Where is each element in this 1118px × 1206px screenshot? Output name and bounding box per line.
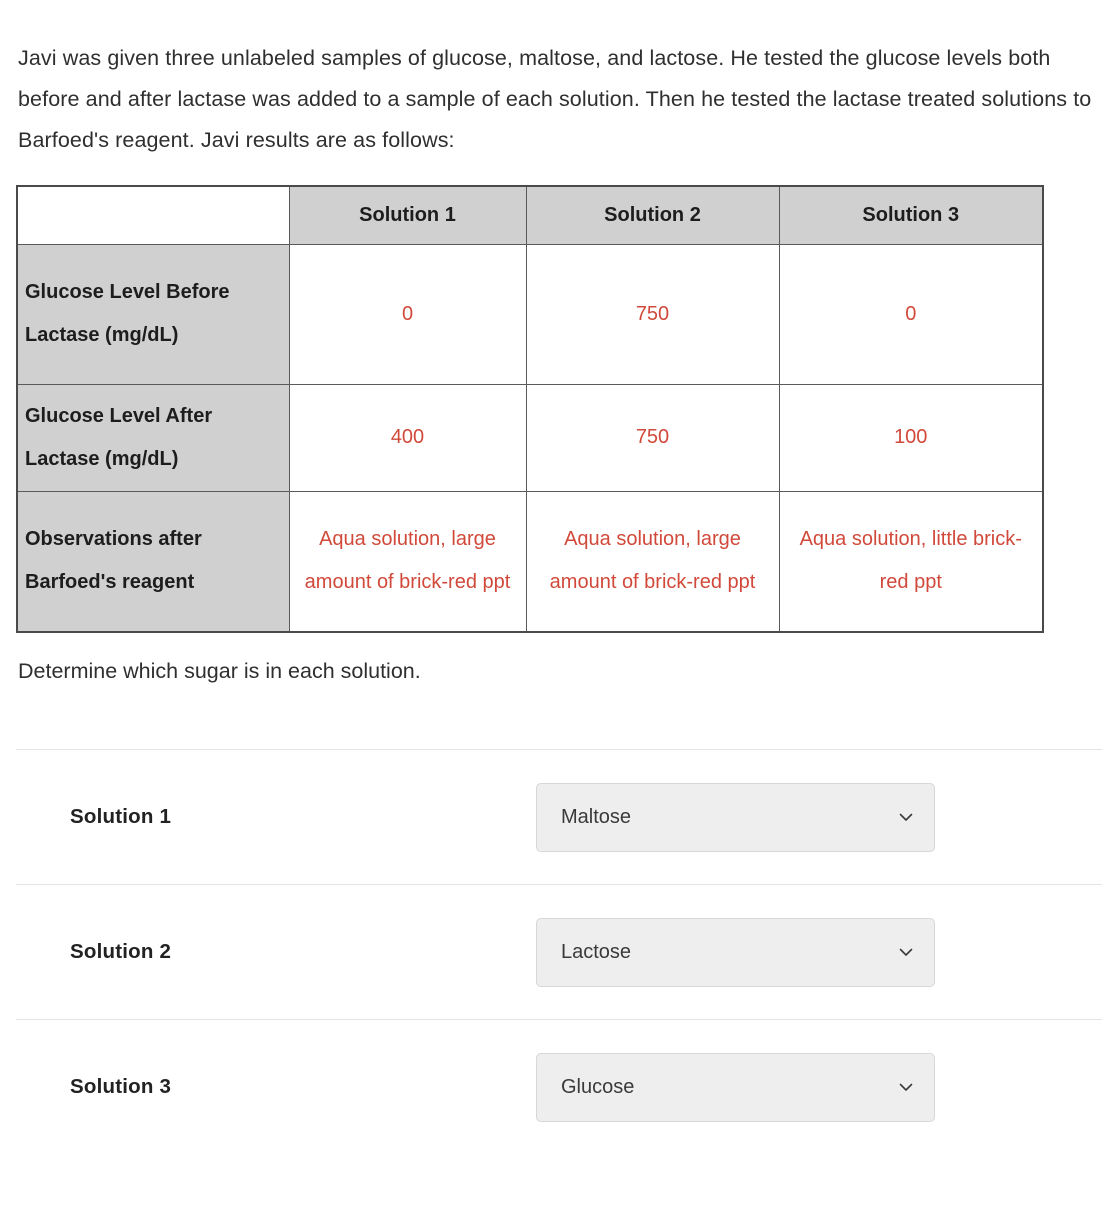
sugar-select-value-solution-1: Maltose (561, 805, 632, 828)
answer-label-solution-3: Solution 3 (70, 1075, 172, 1098)
column-header-solution-3: Solution 3 (778, 185, 1044, 245)
table-row: Observations after Barfoed's reagent Aqu… (16, 490, 1044, 633)
answer-row-solution-2: Solution 2 Lactose (16, 884, 1102, 1019)
answers-section: Solution 1 Maltose Solution 2 Lactose So… (0, 749, 1118, 1154)
answer-row-solution-1: Solution 1 Maltose (16, 749, 1102, 884)
question-page: Javi was given three unlabeled samples o… (0, 0, 1118, 1154)
chevron-down-icon (897, 943, 915, 961)
sugar-select-value-solution-2: Lactose (561, 940, 632, 963)
table-row: Glucose Level After Lactase (mg/dL) 400 … (16, 383, 1044, 492)
column-header-solution-1: Solution 1 (288, 185, 527, 245)
problem-intro-text: Javi was given three unlabeled samples o… (18, 46, 1092, 152)
results-table: Solution 1 Solution 2 Solution 3 Glucose… (16, 185, 1044, 633)
determine-prompt-text: Determine which sugar is in each solutio… (18, 659, 421, 683)
cell-after-solution-1: 400 (288, 383, 527, 492)
cell-after-solution-3: 100 (778, 383, 1044, 492)
chevron-down-icon (897, 808, 915, 826)
sugar-select-solution-1[interactable]: Maltose (536, 782, 935, 852)
chevron-down-icon (897, 1078, 915, 1096)
sugar-select-solution-2[interactable]: Lactose (536, 917, 935, 987)
cell-observation-solution-3: Aqua solution, little brick-red ppt (778, 490, 1044, 633)
cell-observation-solution-1: Aqua solution, large amount of brick-red… (288, 490, 527, 633)
row-header-glucose-before-lactase: Glucose Level Before Lactase (mg/dL) (16, 243, 290, 385)
cell-before-solution-1: 0 (288, 243, 527, 385)
sugar-select-value-solution-3: Glucose (561, 1075, 635, 1098)
sugar-select-solution-3[interactable]: Glucose (536, 1052, 935, 1122)
row-header-glucose-after-lactase: Glucose Level After Lactase (mg/dL) (16, 383, 290, 492)
answer-label-solution-1: Solution 1 (70, 805, 172, 828)
cell-before-solution-2: 750 (525, 243, 780, 385)
table-corner-cell (17, 186, 290, 245)
column-header-solution-2: Solution 2 (525, 185, 780, 245)
cell-before-solution-3: 0 (778, 243, 1044, 385)
results-table-container: Solution 1 Solution 2 Solution 3 Glucose… (0, 161, 1118, 633)
cell-observation-solution-2: Aqua solution, large amount of brick-red… (525, 490, 780, 633)
answer-label-solution-2: Solution 2 (70, 940, 172, 963)
table-row: Glucose Level Before Lactase (mg/dL) 0 7… (16, 243, 1044, 385)
cell-after-solution-2: 750 (525, 383, 780, 492)
row-header-barfoeds-observations: Observations after Barfoed's reagent (16, 490, 290, 633)
table-header-row: Solution 1 Solution 2 Solution 3 (17, 185, 1044, 245)
answer-row-solution-3: Solution 3 Glucose (16, 1019, 1102, 1154)
